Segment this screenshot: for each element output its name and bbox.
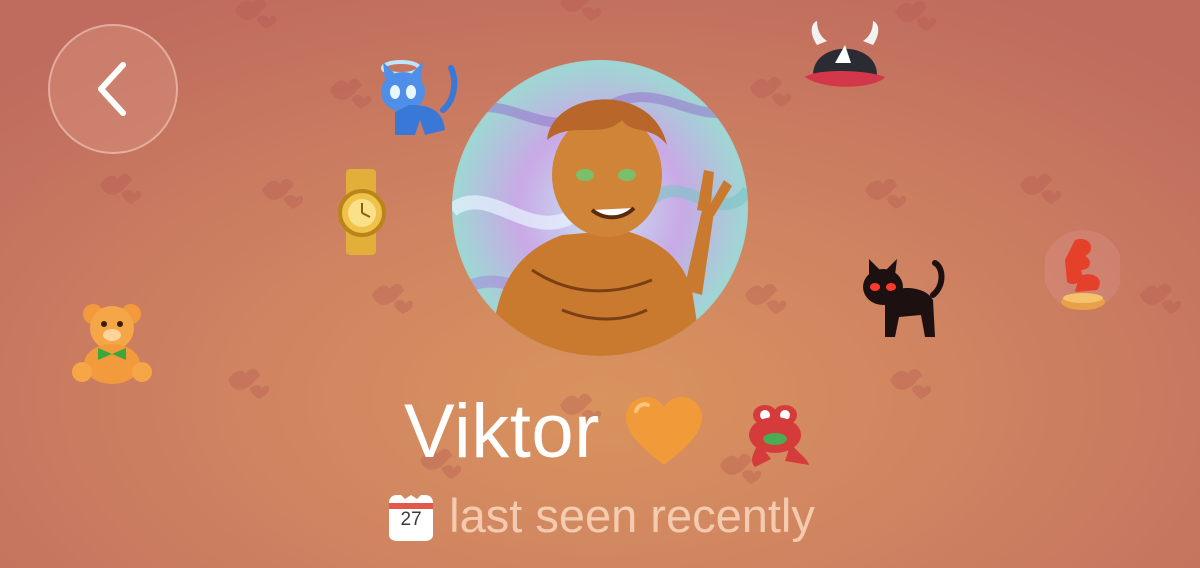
orange-heart-icon[interactable] — [624, 395, 704, 469]
chevron-left-icon — [98, 62, 126, 116]
teddy-bear-gift[interactable] — [68, 300, 158, 385]
gold-watch-gift[interactable] — [330, 165, 400, 260]
profile-name: Viktor — [404, 389, 600, 474]
devil-cap-gift[interactable] — [795, 15, 895, 105]
status-text: last seen recently — [449, 489, 815, 542]
calendar-icon[interactable]: 27 — [385, 489, 437, 543]
black-cat-gift[interactable] — [855, 255, 950, 345]
blue-angel-cat-gift[interactable] — [365, 50, 465, 145]
red-crab-gift[interactable] — [1045, 230, 1120, 320]
back-button[interactable] — [48, 24, 178, 154]
calendar-day: 27 — [400, 508, 422, 530]
profile-avatar[interactable] — [452, 60, 748, 356]
status-row: 27 last seen recently — [0, 488, 1200, 543]
name-row: Viktor — [0, 388, 1200, 475]
